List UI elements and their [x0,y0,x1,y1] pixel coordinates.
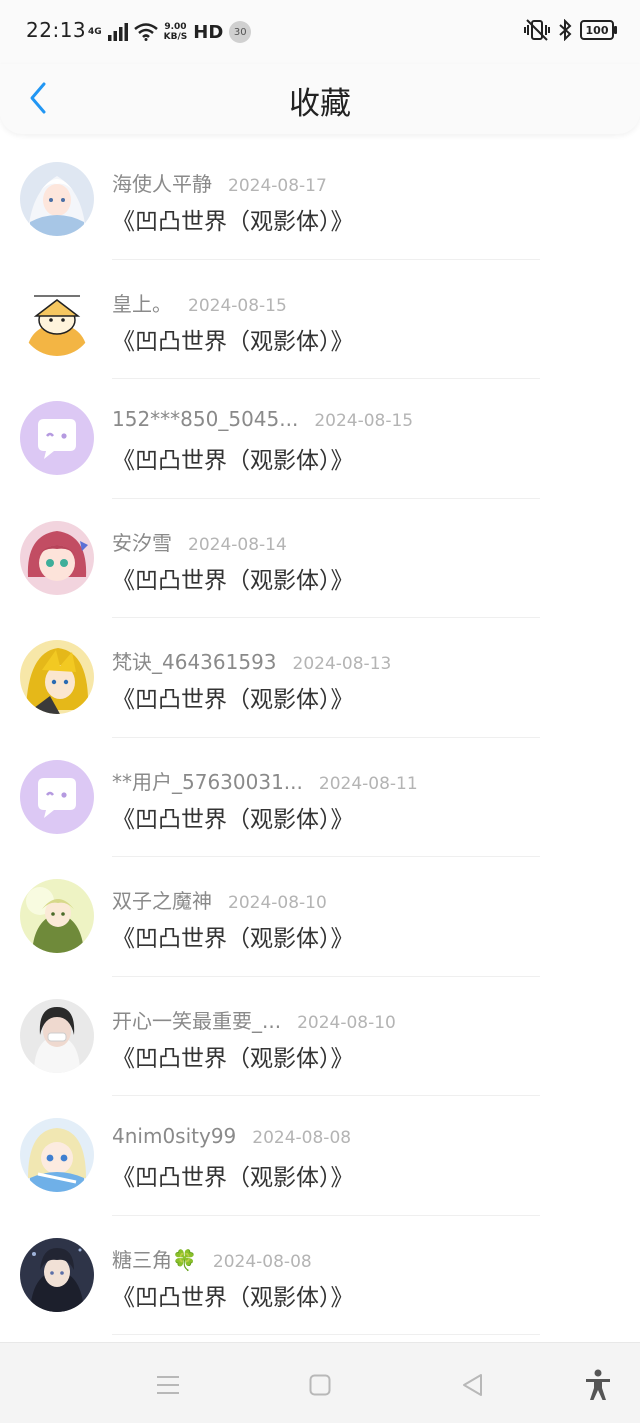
date: 2024-08-15 [314,411,414,431]
avatar[interactable] [20,879,94,953]
work-title[interactable]: 《凹凸世界（观影体）》 [112,441,354,475]
item-meta: 双子之魔神 2024-08-10 [112,885,327,914]
username[interactable]: 皇上。 [112,288,172,317]
date: 2024-08-11 [318,773,418,794]
home-square-icon [309,1374,331,1396]
status-time: 22:13 [26,18,87,42]
network-type: 4G [88,27,102,37]
username[interactable]: 海使人平静 [112,168,212,197]
item-meta: 开心一笑最重要_... 2024-08-10 [112,1005,396,1034]
work-title[interactable]: 《凹凸世界（观影体）》 [112,322,354,356]
menu-icon [157,1376,179,1394]
system-nav-bar [0,1342,640,1423]
status-bar: 22:13 4G 9.00 KB/S HD 30 100 [0,0,640,64]
item-meta: 皇上。 2024-08-15 [112,288,287,317]
avatar[interactable] [20,759,94,834]
avatar[interactable] [20,998,94,1073]
username[interactable]: **用户_57630031... [112,766,303,795]
date: 2024-08-14 [188,534,287,555]
item-meta: 海使人平静 2024-08-17 [112,168,327,197]
avatar[interactable] [20,640,94,714]
system-back-button[interactable] [452,1365,492,1405]
item-meta: 安汐雪 2024-08-14 [112,527,287,556]
date: 2024-08-08 [252,1128,352,1148]
net-speed: 9.00 KB/S [164,22,188,42]
battery-icon: 100 [580,20,617,40]
header: 收藏 [0,64,640,134]
hd-indicator: HD [193,21,224,43]
date: 2024-08-15 [188,295,287,316]
date: 2024-08-13 [292,654,392,674]
date: 2024-08-17 [228,176,327,196]
list-item[interactable]: **用户_57630031... 2024-08-11 《凹凸世界（观影体）》 [0,738,640,857]
list-item[interactable]: 152***850_5045... 2024-08-15 《凹凸世界（观影体）》 [0,379,640,499]
item-meta: 糖三角🍀 2024-08-08 [112,1244,312,1273]
status-icons-left: 4G 9.00 KB/S HD 30 [88,18,252,46]
recent-apps-button[interactable] [148,1365,188,1405]
wifi-icon [133,23,158,41]
work-title[interactable]: 《凹凸世界（观影体）》 [112,680,354,714]
list-item[interactable]: 4nim0sity99 2024-08-08 《凹凸世界（观影体）》 [0,1096,640,1216]
list-item[interactable]: 开心一笑最重要_... 2024-08-10 《凹凸世界（观影体）》 [0,977,640,1096]
work-title[interactable]: 《凹凸世界（观影体）》 [112,1278,354,1312]
divider [112,1334,540,1335]
work-title[interactable]: 《凹凸世界（观影体）》 [112,800,354,834]
status-icons-right: 100 [524,19,617,41]
list-item[interactable]: 糖三角🍀 2024-08-08 《凹凸世界（观影体）》 [0,1216,640,1335]
list-item[interactable]: 梵诀_464361593 2024-08-13 《凹凸世界（观影体）》 [0,618,640,738]
item-meta: 152***850_5045... 2024-08-15 [112,407,413,431]
work-title[interactable]: 《凹凸世界（观影体）》 [112,1158,354,1192]
list-item[interactable]: 海使人平静 2024-08-17 《凹凸世界（观影体）》 [0,140,640,260]
work-title[interactable]: 《凹凸世界（观影体）》 [112,919,354,953]
avatar[interactable] [20,1118,94,1192]
username[interactable]: 梵诀_464361593 [112,646,277,675]
home-button[interactable] [300,1365,340,1405]
username[interactable]: 开心一笑最重要_... [112,1005,281,1034]
work-title[interactable]: 《凹凸世界（观影体）》 [112,561,354,595]
accessibility-button[interactable] [578,1365,618,1405]
back-triangle-icon [463,1374,482,1396]
item-meta: 4nim0sity99 2024-08-08 [112,1124,351,1148]
item-meta: 梵诀_464361593 2024-08-13 [112,646,391,675]
username[interactable]: 4nim0sity99 [112,1124,236,1148]
signal-icon [107,23,128,41]
page-title: 收藏 [289,86,351,122]
item-meta: **用户_57630031... 2024-08-11 [112,766,418,795]
username[interactable]: 安汐雪 [112,527,172,556]
avatar[interactable] [20,1237,94,1312]
date: 2024-08-08 [212,1251,312,1272]
list-item[interactable]: 安汐雪 2024-08-14 《凹凸世界（观影体）》 [0,499,640,618]
avatar[interactable] [20,520,94,595]
accessibility-icon [586,1369,610,1400]
list-item[interactable]: 双子之魔神 2024-08-10 《凹凸世界（观影体）》 [0,857,640,977]
date: 2024-08-10 [297,1012,396,1033]
net-speed-unit: KB/S [163,32,188,42]
avatar[interactable] [20,162,94,236]
date: 2024-08-10 [228,893,327,913]
avatar[interactable] [20,401,94,475]
username[interactable]: 糖三角🍀 [112,1244,197,1273]
username[interactable]: 152***850_5045... [112,407,298,431]
bluetooth-icon [559,19,572,41]
username[interactable]: 双子之魔神 [112,885,212,914]
vibrate-off-icon [524,19,550,41]
list-item[interactable]: 皇上。 2024-08-15 《凹凸世界（观影体）》 [0,260,640,379]
avatar[interactable] [20,281,94,356]
work-title[interactable]: 《凹凸世界（观影体）》 [112,202,354,236]
notification-badge: 30 [229,21,252,43]
favorites-list: 海使人平静 2024-08-17 《凹凸世界（观影体）》 皇上。 2024-08… [0,140,640,1335]
net-speed-value: 9.00 [164,22,187,32]
work-title[interactable]: 《凹凸世界（观影体）》 [112,1039,354,1073]
